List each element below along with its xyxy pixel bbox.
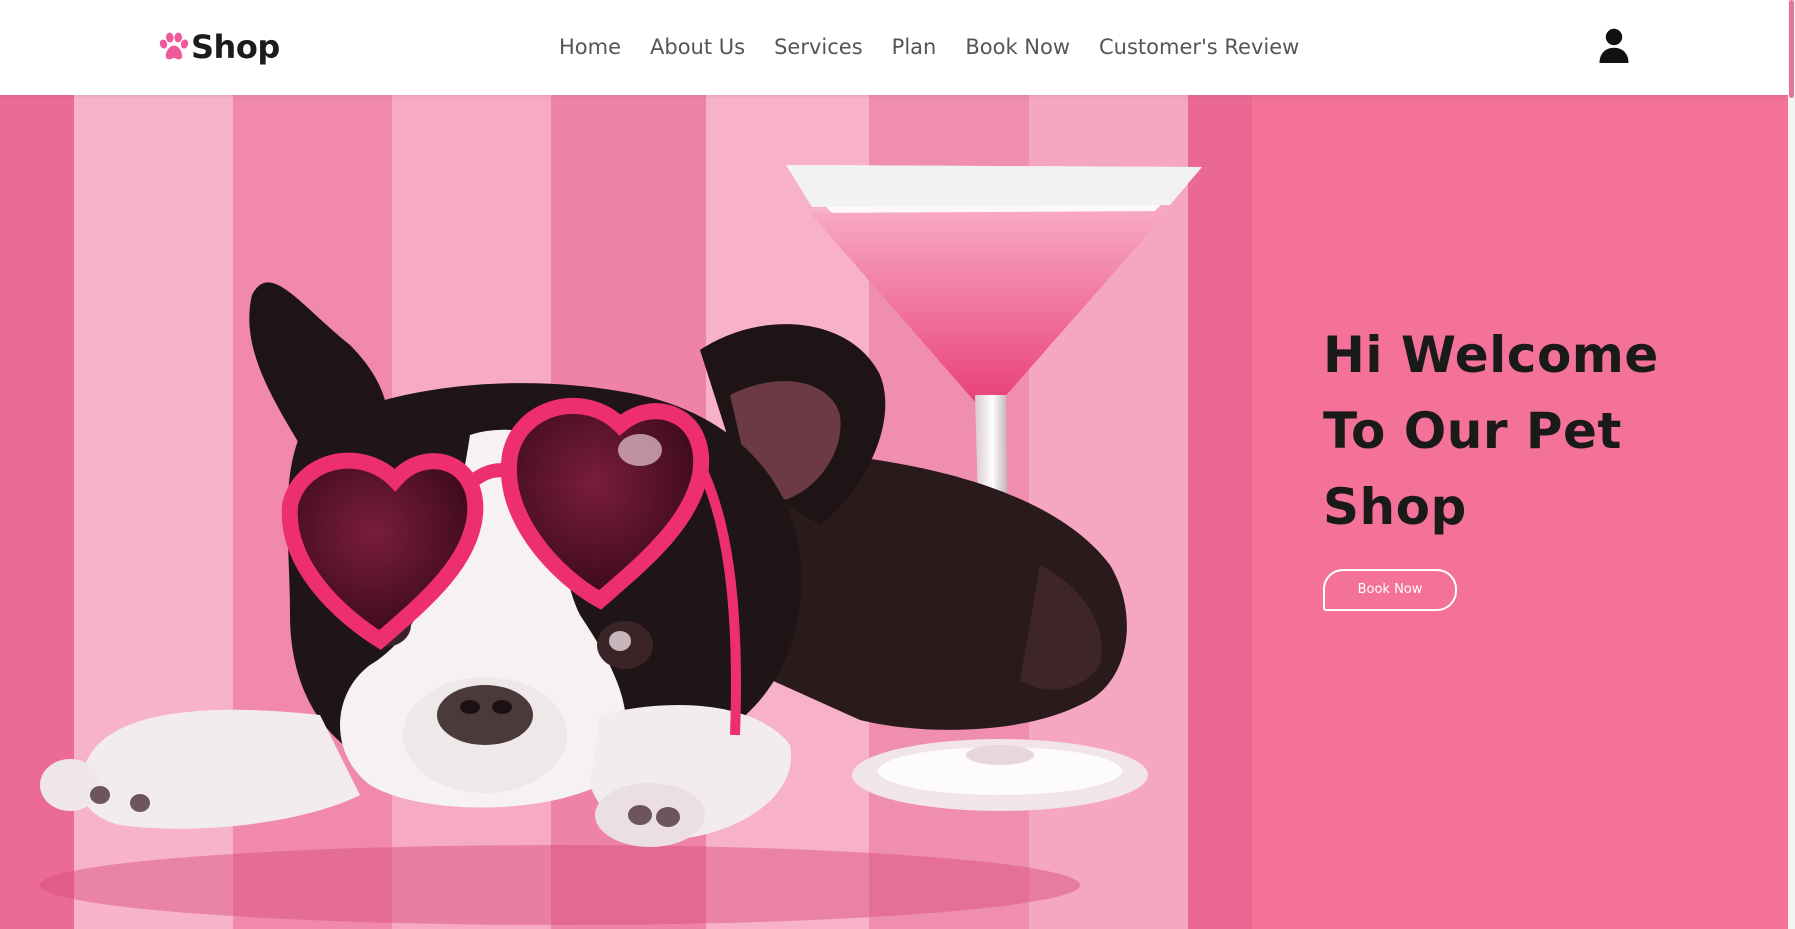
scrollbar-thumb[interactable] [1789, 0, 1794, 98]
page-scrollbar[interactable] [1788, 0, 1795, 929]
nav-link-about-us[interactable]: About Us [650, 35, 745, 59]
nav-item-plan: Plan [892, 35, 937, 59]
nav-link-customer-review[interactable]: Customer's Review [1099, 35, 1299, 59]
paw-icon [159, 32, 189, 60]
hero-title-line-1: Hi Welcome [1323, 326, 1659, 384]
user-icon [1599, 28, 1629, 63]
nav-item-services: Services [774, 35, 863, 59]
hero-section: Hi Welcome To Our Pet Shop Book Now [0, 95, 1788, 929]
nav-link-book-now[interactable]: Book Now [965, 35, 1070, 59]
brand-name: Shop [191, 28, 280, 66]
book-now-button[interactable]: Book Now [1323, 569, 1457, 611]
top-navbar: Shop Home About Us Services Plan Book No… [0, 0, 1788, 95]
nav-item-home: Home [559, 35, 621, 59]
user-account-button[interactable] [1598, 28, 1630, 64]
hero-content: Hi Welcome To Our Pet Shop Book Now [1323, 317, 1763, 611]
hero-title-line-3: Shop [1323, 478, 1467, 536]
nav-link-plan[interactable]: Plan [892, 35, 937, 59]
nav-link-services[interactable]: Services [774, 35, 863, 59]
nav-item-book-now: Book Now [965, 35, 1070, 59]
main-nav: Home About Us Services Plan Book Now Cus… [559, 31, 1299, 63]
brand-logo-link[interactable]: Shop [158, 24, 280, 70]
nav-link-home[interactable]: Home [559, 35, 621, 59]
hero-title: Hi Welcome To Our Pet Shop [1323, 317, 1763, 545]
nav-item-customer-review: Customer's Review [1099, 35, 1299, 59]
nav-item-about: About Us [650, 35, 745, 59]
hero-title-line-2: To Our Pet [1323, 402, 1622, 460]
hero-image [0, 95, 1252, 929]
